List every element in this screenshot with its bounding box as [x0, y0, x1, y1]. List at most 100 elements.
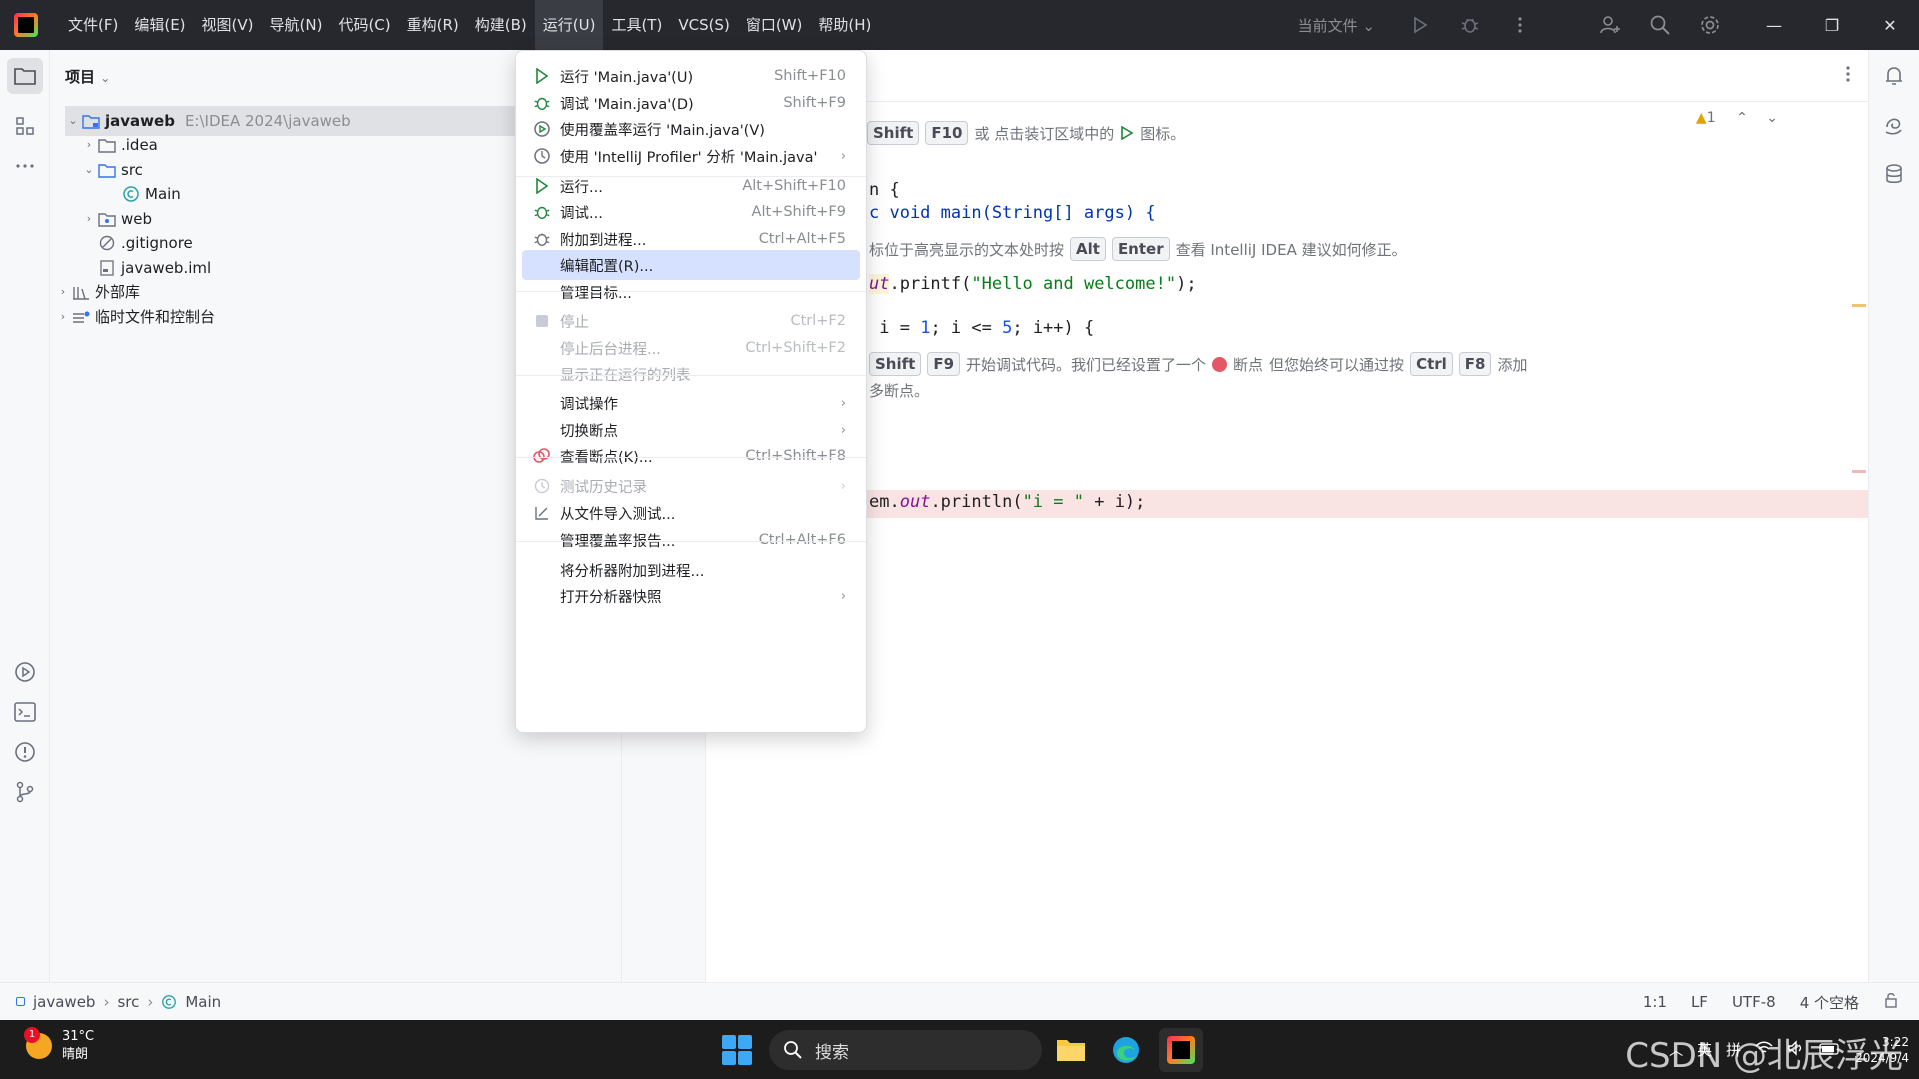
menu-build[interactable]: 构建(B): [467, 0, 535, 50]
settings-gear-icon[interactable]: [1685, 0, 1735, 50]
add-user-icon[interactable]: [1585, 0, 1635, 50]
menu-item-run-coverage[interactable]: 使用覆盖率运行 'Main.java'(V): [522, 114, 860, 144]
debug-icon[interactable]: [1445, 0, 1495, 50]
git-branch-icon[interactable]: [7, 774, 43, 810]
line-separator[interactable]: LF: [1691, 993, 1708, 1011]
run-gutter-icon: [1121, 126, 1134, 140]
notifications-bell-icon[interactable]: [1876, 58, 1912, 94]
menu-item-edit-configurations[interactable]: 编辑配置(R)...: [522, 250, 860, 280]
menu-refactor[interactable]: 重构(R): [399, 0, 467, 50]
hint-text: 标位于高亮显示的文本处时按: [869, 240, 1065, 259]
chevron-down-icon[interactable]: ⌄: [1766, 110, 1778, 126]
menu-help[interactable]: 帮助(H): [810, 0, 879, 50]
weather-widget[interactable]: 1 31°C 晴朗: [24, 1027, 95, 1064]
chevron-right-icon[interactable]: ›: [55, 302, 71, 332]
web-folder-icon: [97, 211, 117, 227]
ignore-file-icon: [97, 235, 117, 251]
minimize-button[interactable]: —: [1745, 0, 1803, 50]
more-vertical-icon[interactable]: [1846, 66, 1850, 86]
menu-item-label: 运行 'Main.java'(U): [560, 69, 694, 86]
project-folder-icon[interactable]: [7, 58, 43, 94]
import-icon: [530, 505, 554, 521]
caret-position[interactable]: 1:1: [1643, 993, 1667, 1011]
key-f9: F9: [927, 352, 961, 376]
menu-item-show-running: 显示正在运行的列表: [522, 359, 860, 389]
menu-item-debug[interactable]: 调试... Alt+Shift+F9: [522, 197, 860, 227]
windows-start-icon[interactable]: [722, 1035, 752, 1065]
menu-item-label: 测试历史记录: [560, 479, 647, 496]
restore-button[interactable]: ❐: [1803, 0, 1861, 50]
taskbar-search[interactable]: 搜索: [769, 1030, 1042, 1070]
structure-icon[interactable]: [7, 108, 43, 144]
menu-item-label: 使用 'IntelliJ Profiler' 分析 'Main.java': [560, 149, 818, 166]
menu-tools[interactable]: 工具(T): [603, 0, 670, 50]
menu-item-stop: 停止 Ctrl+F2: [522, 306, 860, 336]
editor-tab-bar: [706, 50, 1868, 102]
code-editor[interactable]: ▲1 ⌃ ⌄ Shift F10 或 点击装订区域中的 图标。 n { c vo…: [706, 50, 1868, 982]
intellij-logo-icon[interactable]: [14, 13, 38, 37]
left-tool-strip: [0, 50, 50, 982]
library-icon: [71, 284, 91, 300]
menu-window[interactable]: 窗口(W): [738, 0, 811, 50]
project-panel-header[interactable]: 项目 ⌄: [65, 66, 110, 87]
code-string: "Hello and welcome!": [971, 274, 1177, 294]
hint-text: 或 点击装订区域中的: [974, 124, 1115, 143]
warning-count: 1: [1706, 110, 1716, 126]
menu-file[interactable]: 文件(F): [60, 0, 126, 50]
menu-item-view-breakpoints[interactable]: 查看断点(K)... Ctrl+Shift+F8: [522, 441, 860, 471]
edge-browser-icon[interactable]: [1104, 1028, 1148, 1072]
menu-item-manage-targets[interactable]: 管理目标...: [522, 277, 860, 307]
menu-navigate[interactable]: 导航(N): [262, 0, 331, 50]
breadcrumb-item[interactable]: javaweb: [33, 993, 95, 1011]
key-ctrl: Ctrl: [1410, 352, 1453, 376]
inlay-hint-debug: Shift F9 开始调试代码。我们已经设置了一个 断点 但您始终可以通过按 C…: [869, 352, 1527, 376]
menu-item-import-tests[interactable]: 从文件导入测试...: [522, 498, 860, 528]
intellij-taskbar-icon[interactable]: [1159, 1028, 1203, 1072]
code-text: ; i++) {: [1012, 318, 1095, 338]
menu-edit[interactable]: 编辑(E): [126, 0, 193, 50]
menu-separator: [516, 291, 866, 292]
menu-item-shortcut: Ctrl+F2: [790, 313, 846, 329]
lock-icon[interactable]: [1883, 992, 1899, 1012]
scrollbar-marker-warning[interactable]: [1852, 304, 1866, 307]
file-explorer-icon[interactable]: [1049, 1028, 1093, 1072]
run-icon[interactable]: [1395, 0, 1445, 50]
temperature: 31°C: [62, 1029, 95, 1044]
terminal-icon[interactable]: [7, 694, 43, 730]
file-encoding[interactable]: UTF-8: [1732, 993, 1776, 1011]
ai-assistant-icon[interactable]: [1876, 108, 1912, 144]
indent-setting[interactable]: 4 个空格: [1800, 992, 1859, 1013]
close-button[interactable]: ✕: [1861, 0, 1919, 50]
chevron-right-icon: ›: [840, 588, 846, 604]
profiler-icon: [530, 147, 554, 165]
scrollbar-marker-breakpoint[interactable]: [1852, 470, 1866, 473]
menu-code[interactable]: 代码(C): [330, 0, 398, 50]
more-vertical-icon[interactable]: [1495, 0, 1545, 50]
breadcrumb-item[interactable]: Main: [185, 993, 221, 1011]
problems-icon[interactable]: [7, 734, 43, 770]
breadcrumb-item[interactable]: src: [117, 993, 139, 1011]
menu-item-debug-actions[interactable]: 调试操作 ›: [522, 388, 860, 418]
services-run-icon[interactable]: [7, 654, 43, 690]
menu-item-label: 附加到进程...: [560, 232, 647, 249]
tree-label: 临时文件和控制台: [95, 308, 216, 326]
menu-run[interactable]: 运行(U): [534, 0, 604, 50]
search-icon[interactable]: [1635, 0, 1685, 50]
inlay-hint-debug-cont: 多断点。: [869, 380, 929, 401]
menu-view[interactable]: 视图(V): [194, 0, 262, 50]
menu-item-open-snapshot[interactable]: 打开分析器快照 ›: [522, 581, 860, 611]
chevron-up-icon[interactable]: ⌃: [1736, 110, 1748, 126]
source-folder-icon: [97, 162, 117, 178]
menu-item-manage-coverage[interactable]: 管理覆盖率报告... Ctrl+Alt+F6: [522, 525, 860, 555]
warning-indicator[interactable]: ▲1 ⌃ ⌄: [1696, 110, 1778, 126]
menu-item-run-main[interactable]: 运行 'Main.java'(U) Shift+F10: [522, 61, 860, 91]
database-icon[interactable]: [1876, 156, 1912, 192]
code-text: .printf(: [889, 274, 972, 294]
run-config-selector[interactable]: 当前文件 ⌄: [1298, 15, 1375, 36]
code-number: 5: [1002, 318, 1013, 338]
more-horizontal-icon[interactable]: [7, 148, 43, 184]
code-text: em.: [869, 492, 900, 512]
menu-vcs[interactable]: VCS(S): [670, 0, 737, 50]
menu-item-profiler[interactable]: 使用 'IntelliJ Profiler' 分析 'Main.java' ›: [522, 141, 860, 171]
code-text: ; i <=: [930, 318, 1003, 338]
